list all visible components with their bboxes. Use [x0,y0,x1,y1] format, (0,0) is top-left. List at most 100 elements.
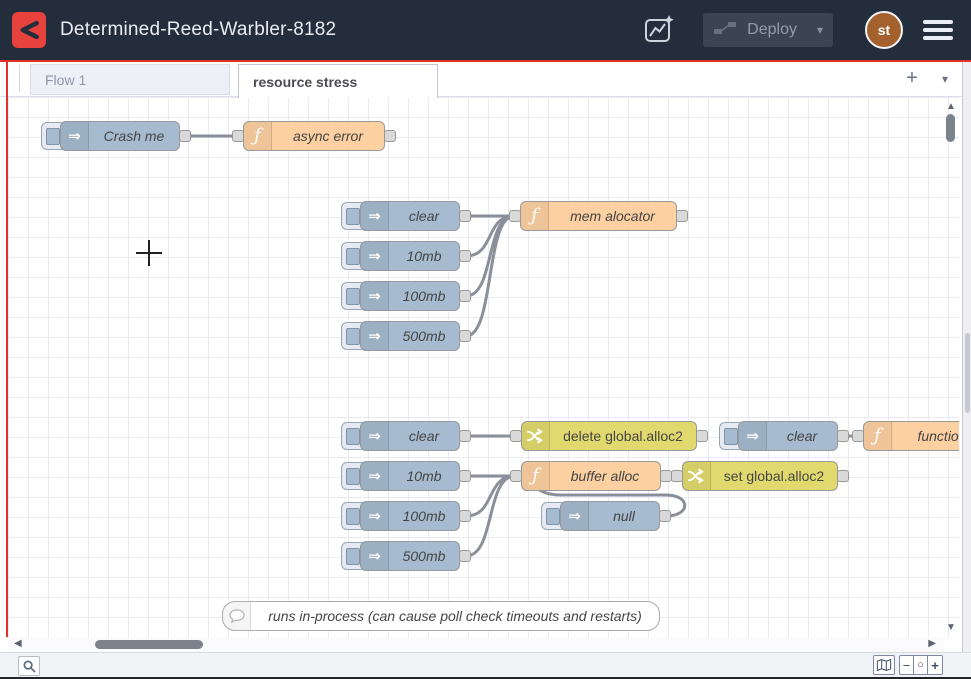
node-body[interactable]: ⇒clear [360,421,460,451]
node-delete_alloc2[interactable]: delete global.alloc2 [521,421,697,451]
tab-label: resource stress [253,74,357,90]
input-port[interactable] [852,430,864,442]
output-port[interactable] [459,470,471,482]
flow-list-caret-icon[interactable]: ▾ [936,70,954,88]
output-port[interactable] [459,330,471,342]
node-mem_alocator[interactable]: ƒmem alocator [520,201,677,231]
node-null1[interactable]: ⇒null [560,501,660,531]
inject-icon: ⇒ [361,282,389,310]
node-body[interactable]: set global.alloc2 [682,461,838,491]
node-body[interactable]: ⇒null [560,501,660,531]
node-body[interactable]: ⇒10mb [360,461,460,491]
output-port[interactable] [659,510,671,522]
node-label: buffer alloc [550,462,660,490]
output-port[interactable] [459,550,471,562]
tab-flow-1[interactable]: Flow 1 [30,64,230,95]
node-body[interactable]: ⇒500mb [360,541,460,571]
inject-icon: ⇒ [361,202,389,230]
node-body[interactable]: ⇒10mb [360,241,460,271]
output-port[interactable] [384,130,396,142]
node-label: runs in-process (can cause poll check ti… [251,602,659,630]
deploy-button[interactable]: Deploy ▾ [703,13,833,47]
wire-layer [8,97,959,637]
output-port[interactable] [459,250,471,262]
search-icon [23,660,36,673]
input-port[interactable] [232,130,244,142]
tab-resource-stress[interactable]: resource stress [238,64,438,98]
inject-button-pad [346,428,360,445]
output-port[interactable] [837,470,849,482]
horizontal-scrollbar[interactable]: ◀ ▶ [8,637,944,652]
vertical-scrollbar[interactable]: ▲ ▼ [943,97,959,637]
scroll-left-icon[interactable]: ◀ [14,638,22,649]
horizontal-scrollbar-thumb[interactable] [95,640,203,649]
zoom-reset-button[interactable]: ○ [913,655,928,675]
function-icon: ƒ [244,122,272,150]
app-logo-icon[interactable] [12,12,46,48]
inject-button-pad [724,428,738,445]
main-menu-button[interactable] [923,13,953,47]
node-body[interactable]: ⇒clear [738,421,838,451]
node-body[interactable]: ⇒100mb [360,501,460,531]
outer-scrollbar-track[interactable] [962,62,971,676]
deploy-options-caret-icon[interactable]: ▾ [811,23,823,37]
node-body[interactable]: delete global.alloc2 [521,421,697,451]
node-label: Crash me [89,122,179,150]
node-label: async error [272,122,384,150]
output-port[interactable] [837,430,849,442]
node-crash_me[interactable]: ⇒Crash me [60,121,180,151]
input-port[interactable] [510,430,522,442]
node-body[interactable]: ƒmem alocator [520,201,677,231]
node-body[interactable]: ƒbuffer alloc [521,461,661,491]
scroll-right-icon[interactable]: ▶ [928,638,936,649]
add-flow-button[interactable]: + [900,65,924,91]
node-label: 100mb [389,502,459,530]
node-buffer_alloc[interactable]: ƒbuffer alloc [521,461,661,491]
header: Determined-Reed-Warbler-8182 Deploy [0,0,971,60]
zoom-out-button[interactable]: − [899,655,914,675]
footer-toolbar: − ○ + [0,652,971,677]
output-port[interactable] [179,130,191,142]
node-body[interactable]: runs in-process (can cause poll check ti… [222,601,660,631]
output-port[interactable] [459,210,471,222]
zoom-in-button[interactable]: + [927,655,943,675]
node-clear1[interactable]: ⇒clear [360,201,460,231]
node-body[interactable]: ⇒clear [360,201,460,231]
inject-button-pad [546,508,560,525]
output-port[interactable] [459,430,471,442]
node-set_alloc2[interactable]: set global.alloc2 [682,461,838,491]
outer-scrollbar-thumb[interactable] [965,333,970,413]
node-clear3[interactable]: ⇒clear [738,421,838,451]
navigator-button[interactable] [873,655,895,675]
node-mb10_2[interactable]: ⇒10mb [360,461,460,491]
deploy-nodes-icon [713,19,737,42]
node-mb500_1[interactable]: ⇒500mb [360,321,460,351]
input-port[interactable] [671,470,683,482]
output-port[interactable] [676,210,688,222]
node-async_error[interactable]: ƒasync error [243,121,385,151]
node-mb100_1[interactable]: ⇒100mb [360,281,460,311]
node-mb100_2[interactable]: ⇒100mb [360,501,460,531]
node-body[interactable]: ⇒100mb [360,281,460,311]
inject-icon: ⇒ [361,542,389,570]
node-body[interactable]: ƒasync error [243,121,385,151]
input-port[interactable] [510,470,522,482]
scroll-up-icon[interactable]: ▲ [943,101,959,112]
node-mb10_1[interactable]: ⇒10mb [360,241,460,271]
node-body[interactable]: ⇒Crash me [60,121,180,151]
search-button[interactable] [18,656,40,676]
output-port[interactable] [696,430,708,442]
output-port[interactable] [459,290,471,302]
node-label: 10mb [389,242,459,270]
output-port[interactable] [459,510,471,522]
input-port[interactable] [509,210,521,222]
vertical-scrollbar-thumb[interactable] [946,114,955,142]
node-comment1[interactable]: runs in-process (can cause poll check ti… [222,601,660,631]
node-clear2[interactable]: ⇒clear [360,421,460,451]
node-mb500_2[interactable]: ⇒500mb [360,541,460,571]
flow-assistant-icon[interactable] [641,13,677,47]
node-body[interactable]: ⇒500mb [360,321,460,351]
user-avatar[interactable]: st [865,11,903,49]
scroll-down-icon[interactable]: ▼ [943,622,959,633]
flow-canvas[interactable]: ⇒Crash meƒasync error⇒clear⇒10mb⇒100mb⇒5… [8,97,959,637]
